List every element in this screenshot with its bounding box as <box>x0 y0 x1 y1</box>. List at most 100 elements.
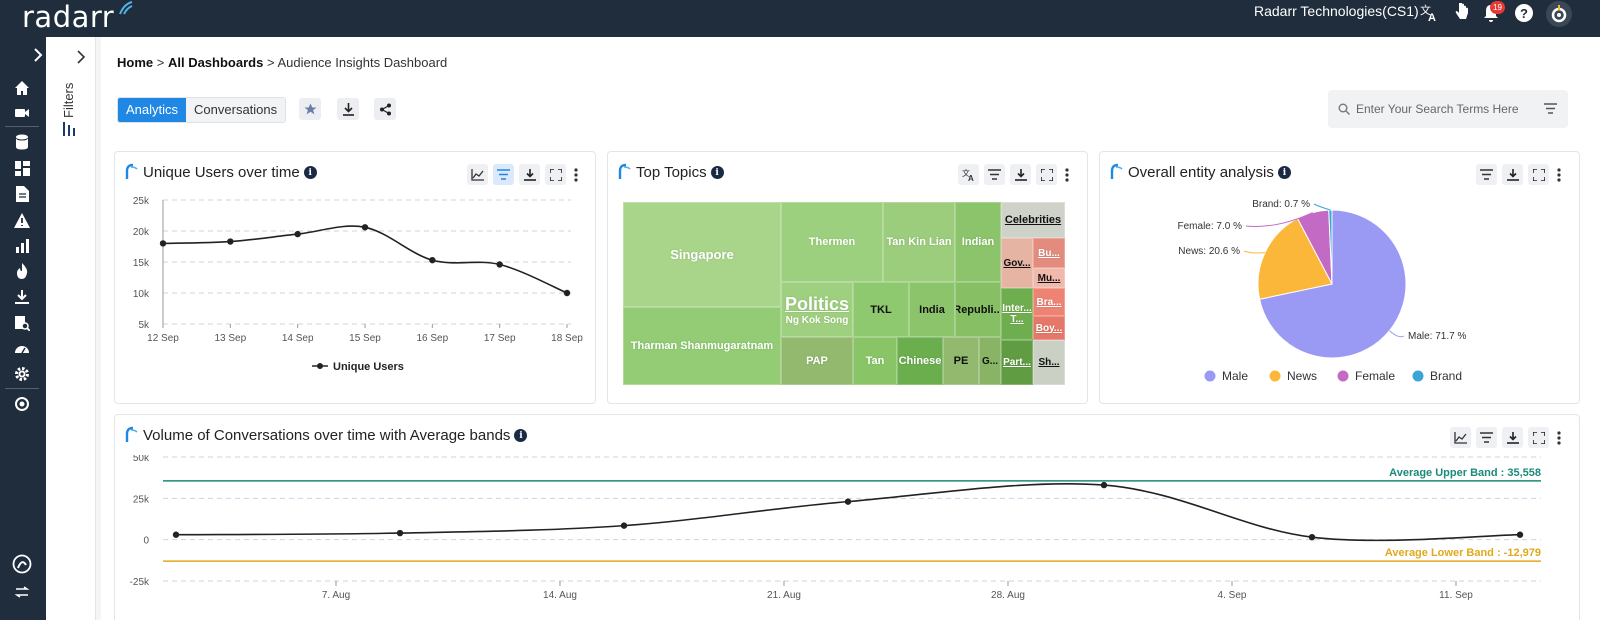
treemap-cell-india[interactable]: India <box>909 282 955 337</box>
gauge-icon[interactable] <box>12 339 32 357</box>
y-tick-label: 5k <box>138 320 150 331</box>
treemap-cell-thermen[interactable]: Thermen <box>781 202 883 282</box>
treemap-cell-part[interactable]: Part... <box>1001 340 1033 385</box>
treemap-cell-pe[interactable]: PE <box>943 337 979 385</box>
settings-cog-icon[interactable] <box>12 395 32 413</box>
analytics-icon[interactable] <box>12 236 32 254</box>
download-button[interactable] <box>1502 427 1523 448</box>
hand-pointer-icon[interactable] <box>1450 2 1472 24</box>
download-icon <box>1506 431 1519 444</box>
alert-icon[interactable] <box>12 211 32 229</box>
treemap-cell-mu[interactable]: Mu... <box>1033 268 1065 288</box>
data-point <box>1308 533 1316 541</box>
breadcrumb-home[interactable]: Home <box>117 55 153 70</box>
download-button[interactable] <box>519 164 540 185</box>
treemap-cell-tan[interactable]: Tan <box>853 337 897 385</box>
search-input[interactable] <box>1356 99 1536 119</box>
fullscreen-button[interactable] <box>1528 164 1549 185</box>
treemap-cell-boy[interactable]: Boy... <box>1033 316 1065 340</box>
chart-type-button[interactable] <box>467 164 488 185</box>
more-options-button[interactable] <box>1062 164 1072 185</box>
share-button[interactable] <box>374 98 396 120</box>
treemap-cell-sh[interactable]: Sh... <box>1033 340 1065 385</box>
info-icon[interactable]: i <box>514 429 528 442</box>
unique-users-line-chart: 25k 20k 15k 10k 5k 12 Sep 13 Sep 14 Sep 15 Sep 16… <box>133 196 583 373</box>
translate-icon[interactable]: 文A <box>1418 2 1440 24</box>
tab-conversations[interactable]: Conversations <box>186 98 286 122</box>
settings-gear-icon[interactable] <box>12 365 32 383</box>
video-camera-icon[interactable] <box>12 104 32 122</box>
radarr-mark-icon <box>618 163 631 179</box>
translate-icon: 文A <box>962 168 974 182</box>
chart-type-button[interactable] <box>1450 427 1471 448</box>
more-options-button[interactable] <box>1554 427 1564 448</box>
dashboard-icon[interactable] <box>12 159 32 177</box>
filters-label[interactable]: Filters <box>61 83 76 118</box>
more-options-button[interactable] <box>1554 164 1564 185</box>
treemap-cell-bu[interactable]: Bu... <box>1033 238 1065 268</box>
data-point <box>620 522 628 529</box>
card-toolbar <box>467 164 581 185</box>
favorite-button[interactable] <box>299 98 321 120</box>
filter-icon[interactable] <box>1544 103 1557 114</box>
treemap-cell-tan-kin-lian[interactable]: Tan Kin Lian <box>883 202 955 282</box>
filter-button[interactable] <box>984 164 1005 185</box>
upper-band-label: Average Upper Band : 35,558 <box>1389 467 1541 479</box>
help-icon[interactable]: ? <box>1513 2 1535 24</box>
data-point <box>1516 531 1524 538</box>
expand-icon <box>1040 168 1053 181</box>
info-icon[interactable]: i <box>710 166 724 179</box>
treemap-cell-singapore[interactable]: Singapore <box>623 202 781 307</box>
y-tick-label: 20k <box>133 227 150 238</box>
filters-expand-icon[interactable] <box>76 50 86 67</box>
flame-icon[interactable] <box>12 262 32 280</box>
treemap-cell-politics[interactable]: Politics Ng Kok Song <box>781 282 853 337</box>
treemap-cell-tkl[interactable]: TKL <box>853 282 909 337</box>
treemap-cell-gov[interactable]: Gov... <box>1001 238 1033 288</box>
download-button[interactable] <box>1010 164 1031 185</box>
download-dashboard-button[interactable] <box>337 98 359 120</box>
user-avatar[interactable] <box>1546 1 1572 27</box>
pie-data-label: News: 20.6 % <box>1178 246 1240 257</box>
radarr-mark-icon <box>1110 163 1123 179</box>
tab-analytics[interactable]: Analytics <box>118 98 187 122</box>
treemap-cell-pap[interactable]: PAP <box>781 337 853 385</box>
filters-toggle-icon[interactable] <box>63 122 77 139</box>
filter-button[interactable] <box>1476 164 1497 185</box>
treemap-cell-inter[interactable]: Inter... T... <box>1001 288 1033 340</box>
x-tick-label: 17 Sep <box>484 333 516 344</box>
y-tick-label: 10k <box>133 289 150 300</box>
support-icon[interactable] <box>12 554 32 574</box>
legend-label: Unique Users <box>333 361 404 373</box>
filter-button[interactable] <box>1476 427 1497 448</box>
filter-button[interactable] <box>493 164 514 185</box>
document-icon[interactable] <box>12 185 32 203</box>
info-icon[interactable]: i <box>303 166 317 179</box>
app-logo[interactable]: radarr <box>22 0 114 34</box>
treemap-cell-republi[interactable]: Republi... <box>955 282 1001 337</box>
treemap-cell-bra[interactable]: Bra... <box>1033 288 1065 316</box>
fullscreen-button[interactable] <box>1036 164 1057 185</box>
fullscreen-button[interactable] <box>545 164 566 185</box>
y-tick-label: -25k <box>130 577 150 588</box>
report-search-icon[interactable] <box>12 314 32 332</box>
download-icon <box>342 102 354 116</box>
organization-name[interactable]: Radarr Technologies(CS1) <box>1254 3 1419 19</box>
treemap-cell-g[interactable]: G... <box>979 337 1001 385</box>
translate-button[interactable]: 文A <box>958 164 979 185</box>
treemap-cell-tharman[interactable]: Tharman Shanmugaratnam <box>623 307 781 385</box>
more-options-button[interactable] <box>571 164 581 185</box>
info-icon[interactable]: i <box>1277 166 1291 179</box>
fullscreen-button[interactable] <box>1528 427 1549 448</box>
treemap-cell-indian[interactable]: Indian <box>955 202 1001 282</box>
download-icon[interactable] <box>12 288 32 306</box>
switch-icon[interactable] <box>12 583 32 601</box>
unique-users-card: Unique Users over time i 25k 20k 15k 10k 5k 1… <box>114 151 596 404</box>
breadcrumb-all-dashboards[interactable]: All Dashboards <box>168 55 263 70</box>
database-icon[interactable] <box>12 133 32 151</box>
treemap-cell-celebrities[interactable]: Celebrities <box>1001 202 1065 238</box>
download-button[interactable] <box>1502 164 1523 185</box>
treemap-cell-chinese[interactable]: Chinese <box>897 337 943 385</box>
home-icon[interactable] <box>12 79 32 97</box>
expand-sidebar-icon[interactable] <box>28 46 48 64</box>
